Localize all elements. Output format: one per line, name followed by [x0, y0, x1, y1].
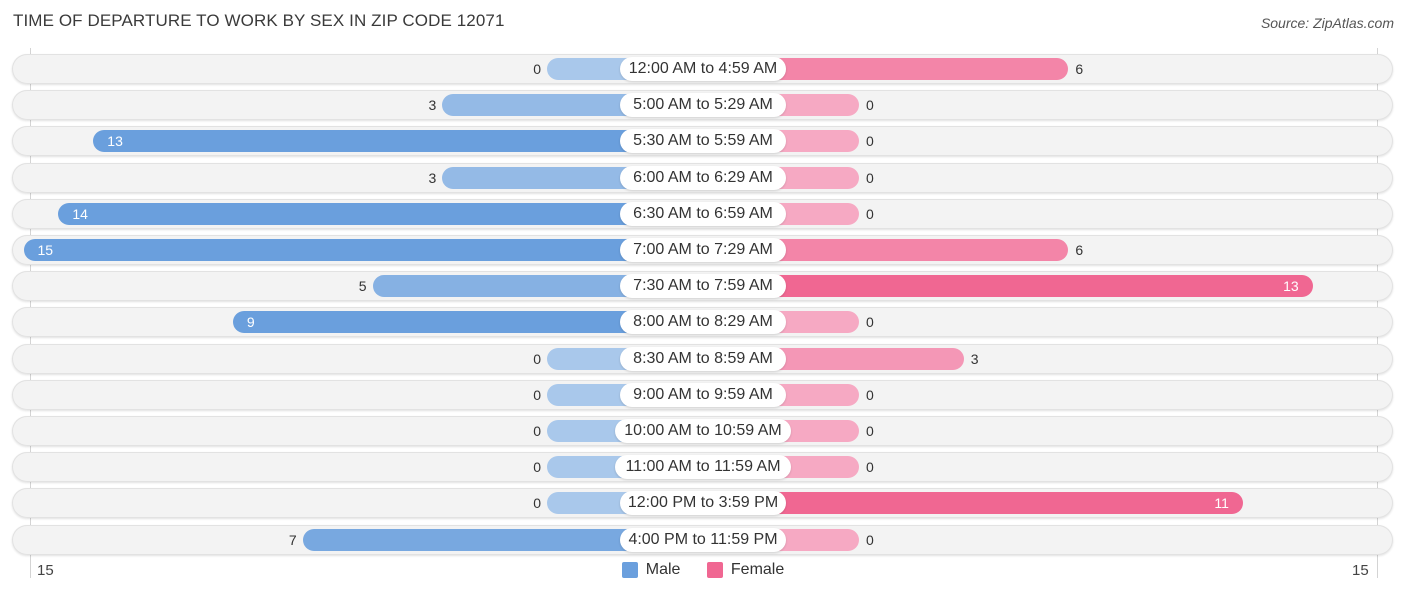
value-label-male: 9 — [246, 314, 255, 331]
category-label: 10:00 AM to 10:59 AM — [615, 419, 791, 443]
value-label-female: 6 — [1075, 61, 1084, 77]
legend-swatch-male — [621, 562, 638, 578]
category-label: 8:30 AM to 8:59 AM — [620, 346, 786, 371]
value-label-female: 0 — [866, 459, 874, 476]
category-label: 12:00 AM to 4:59 AM — [620, 57, 786, 81]
legend-item-male[interactable]: Male — [621, 561, 681, 579]
value-label-male: 3 — [428, 169, 437, 186]
value-label-female: 3 — [970, 350, 979, 367]
category-label: 9:00 AM to 9:59 AM — [620, 382, 786, 407]
value-label-female: 13 — [1283, 278, 1299, 295]
legend-label-female: Female — [730, 561, 785, 578]
legend-label-male: Male — [645, 561, 681, 578]
value-label-male: 0 — [533, 459, 541, 476]
bar-female[interactable] — [703, 275, 1313, 298]
value-label-female: 0 — [866, 423, 874, 439]
legend: Male Female — [0, 561, 1406, 583]
category-label: 12:00 PM to 3:59 PM — [620, 491, 786, 516]
category-label: 7:30 AM to 7:59 AM — [620, 274, 786, 299]
legend-swatch-female — [706, 562, 723, 578]
chart-area: 0 6 12:00 AM to 4:59 AM 3 0 5:00 AM to 5:29 A… — [0, 0, 1406, 595]
value-label-male: 7 — [288, 531, 297, 548]
value-label-male: 3 — [428, 97, 437, 114]
legend-item-female[interactable]: Female — [706, 561, 785, 579]
category-label: 4:00 PM to 11:59 PM — [620, 527, 786, 552]
value-label-male: 0 — [533, 350, 541, 367]
value-label-female: 0 — [866, 205, 874, 222]
value-label-female: 11 — [1214, 495, 1229, 512]
bar-male[interactable] — [23, 239, 703, 261]
value-label-female: 0 — [866, 97, 874, 114]
category-label: 8:00 AM to 8:29 AM — [620, 310, 786, 335]
value-label-male: 13 — [107, 133, 123, 150]
category-label: 11:00 AM to 11:59 AM — [615, 455, 791, 480]
value-label-male: 0 — [533, 423, 541, 439]
value-label-male: 0 — [533, 386, 541, 403]
value-label-male: 14 — [72, 205, 88, 222]
value-label-female: 0 — [866, 169, 874, 186]
value-label-male: 5 — [358, 278, 367, 295]
value-label-female: 0 — [866, 314, 874, 331]
value-label-female: 6 — [1075, 242, 1084, 258]
value-label-female: 0 — [866, 386, 874, 403]
value-label-female: 0 — [866, 531, 874, 548]
bar-male[interactable] — [58, 202, 703, 225]
category-label: 7:00 AM to 7:29 AM — [620, 238, 786, 262]
bar-male[interactable] — [93, 130, 703, 153]
category-label: 6:00 AM to 6:29 AM — [620, 165, 786, 190]
category-label: 6:30 AM to 6:59 AM — [620, 201, 786, 226]
value-label-female: 0 — [866, 133, 874, 150]
category-label: 5:30 AM to 5:59 AM — [620, 129, 786, 154]
value-label-male: 0 — [533, 61, 541, 77]
value-label-male: 15 — [37, 242, 54, 258]
value-label-male: 0 — [533, 495, 541, 512]
category-label: 5:00 AM to 5:29 AM — [620, 93, 786, 118]
